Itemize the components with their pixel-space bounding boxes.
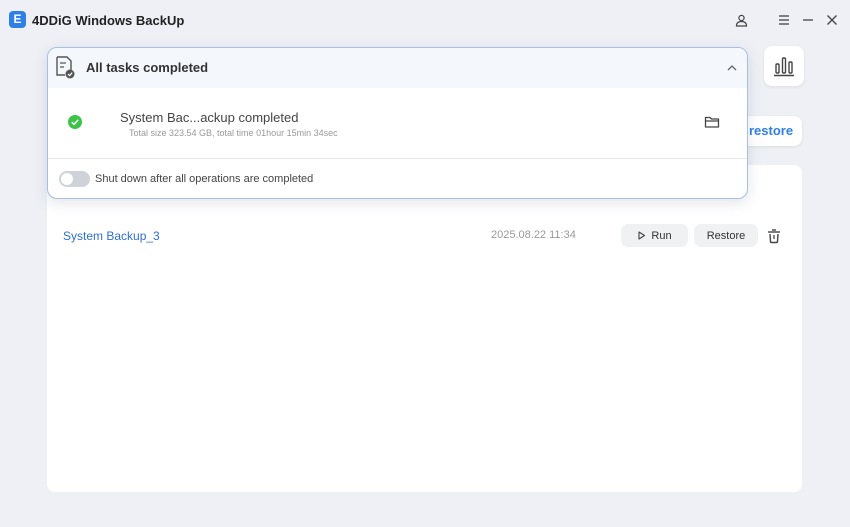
- menu-icon[interactable]: [774, 10, 794, 30]
- completed-task-item: System Bac...ackup completed Total size …: [48, 88, 747, 158]
- app-logo-icon: E: [9, 11, 26, 28]
- backup-list-card: [47, 165, 802, 492]
- task-detail: Total size 323.54 GB, total time 01hour …: [129, 128, 338, 138]
- restore-button[interactable]: Restore: [694, 224, 758, 247]
- popup-header: All tasks completed: [48, 48, 747, 88]
- popup-title: All tasks completed: [86, 60, 209, 75]
- trash-icon: [768, 229, 780, 244]
- bar-chart-icon: [774, 57, 794, 77]
- restore-button-label: Restore: [706, 229, 746, 242]
- toggle-knob: [61, 173, 73, 185]
- run-button-label: Run: [651, 229, 672, 242]
- chevron-up-icon[interactable]: [725, 61, 739, 75]
- title-bar: E 4DDiG Windows BackUp: [0, 0, 850, 40]
- shutdown-toggle[interactable]: [59, 171, 90, 187]
- shutdown-label: Shut down after all operations are compl…: [95, 173, 314, 185]
- backup-date: 2025.08.22 11:34: [491, 229, 576, 241]
- tasks-completed-popup: All tasks completed System Bac...ackup c…: [47, 47, 748, 199]
- minimize-icon[interactable]: [798, 10, 818, 30]
- task-title: System Bac...ackup completed: [120, 110, 299, 125]
- play-icon: [638, 231, 646, 240]
- table-row: System Backup_3 2025.08.22 11:34 Run Res…: [47, 222, 802, 250]
- close-icon[interactable]: [822, 10, 842, 30]
- app-title: 4DDiG Windows BackUp: [32, 13, 185, 28]
- task-document-icon: [56, 56, 75, 79]
- open-folder-icon[interactable]: [704, 115, 720, 129]
- run-button[interactable]: Run: [621, 224, 688, 247]
- statistics-button[interactable]: [764, 46, 804, 86]
- divider: [48, 158, 747, 159]
- delete-button[interactable]: [765, 227, 783, 245]
- success-check-icon: [68, 115, 82, 129]
- user-icon[interactable]: [731, 10, 751, 30]
- backup-name-link[interactable]: System Backup_3: [63, 229, 160, 243]
